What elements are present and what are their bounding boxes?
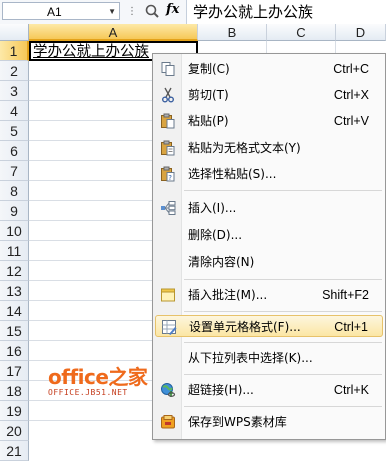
cell-a1-text: 学办公就上办公族 (33, 44, 149, 60)
splitter-icon[interactable]: ⋮ (125, 5, 139, 19)
menu-separator (184, 406, 382, 407)
chevron-down-icon[interactable]: ▼ (108, 3, 116, 21)
hyperlink-icon (161, 383, 176, 397)
menu-item-shortcut: Ctrl+1 (334, 320, 368, 334)
menu-item-shortcut: Ctrl+X (333, 88, 369, 102)
menu-item-paste-plain[interactable]: 粘贴为无格式文本(Y) (155, 137, 383, 159)
menu-item-label: 粘贴(P) (188, 114, 229, 128)
formula-input[interactable]: 学办公就上办公族 (186, 0, 386, 24)
cell-reference: A1 (47, 5, 62, 19)
name-box[interactable]: A1 ▼ (2, 2, 120, 20)
row-header-15[interactable]: 15 (0, 321, 29, 341)
row-header-12[interactable]: 12 (0, 261, 29, 281)
menu-item-label: 选择性粘贴(S)... (188, 167, 277, 181)
row-header-4[interactable]: 4 (0, 101, 29, 121)
column-header-a[interactable]: A (29, 24, 198, 41)
menu-item-pick-from-list[interactable]: 从下拉列表中选择(K)... (155, 347, 383, 369)
row-header-16[interactable]: 16 (0, 341, 29, 361)
row-header-20[interactable]: 20 (0, 421, 29, 441)
menu-separator (184, 279, 382, 280)
paste-special-icon: ? (161, 166, 175, 182)
row-header-9[interactable]: 9 (0, 201, 29, 221)
menu-item-shortcut: Ctrl+V (333, 114, 369, 128)
format-cells-icon (162, 320, 177, 335)
menu-item-hyperlink[interactable]: 超链接(H)... Ctrl+K (155, 379, 383, 401)
menu-item-shortcut: Ctrl+C (333, 62, 369, 76)
insert-function-icon[interactable]: fx (166, 2, 179, 17)
row-header-14[interactable]: 14 (0, 301, 29, 321)
column-header-c[interactable]: C (267, 24, 336, 41)
context-menu: 复制(C) Ctrl+C 剪切(T) Ctrl+X 粘贴(P) Ctrl+V 粘… (152, 53, 386, 440)
row-header-3[interactable]: 3 (0, 81, 29, 101)
menu-item-label: 插入批注(M)... (188, 288, 268, 302)
menu-item-delete[interactable]: 删除(D)... (155, 224, 383, 246)
menu-item-shortcut: Ctrl+K (333, 383, 369, 397)
watermark-domain: OFFICE.JB51.NET (48, 388, 128, 397)
scissors-icon (162, 87, 174, 103)
row-header-7[interactable]: 7 (0, 161, 29, 181)
watermark-brand: office之家 (48, 365, 148, 389)
menu-item-label: 删除(D)... (188, 228, 243, 242)
row-header-13[interactable]: 13 (0, 281, 29, 301)
watermark: office之家 OFFICE.JB51.NET (48, 366, 158, 406)
menu-separator (184, 190, 382, 191)
column-header-b[interactable]: B (198, 24, 267, 41)
comment-icon (161, 288, 175, 302)
menu-item-label: 复制(C) (188, 62, 230, 76)
menu-item-label: 插入(I)... (188, 201, 237, 215)
menu-separator (184, 374, 382, 375)
row-header-10[interactable]: 10 (0, 221, 29, 241)
row-header-11[interactable]: 11 (0, 241, 29, 261)
menu-item-insert[interactable]: 插入(I)... (155, 197, 383, 219)
menu-item-save-to-library[interactable]: 保存到WPS素材库 (155, 411, 383, 433)
row-header-8[interactable]: 8 (0, 181, 29, 201)
formula-bar: A1 ▼ ⋮ fx 学办公就上办公族 (0, 0, 386, 25)
row-header-21[interactable]: 21 (0, 441, 29, 461)
menu-item-paste-special[interactable]: ? 选择性粘贴(S)... (155, 163, 383, 185)
column-header-d[interactable]: D (336, 24, 386, 41)
insert-icon (161, 201, 176, 215)
row-header-19[interactable]: 19 (0, 401, 29, 421)
save-library-icon (161, 415, 175, 429)
menu-item-label: 剪切(T) (188, 88, 229, 102)
paste-plain-icon (161, 140, 175, 156)
zoom-icon[interactable] (144, 3, 160, 19)
paste-icon (161, 113, 175, 129)
menu-item-paste[interactable]: 粘贴(P) Ctrl+V (155, 110, 383, 132)
menu-item-insert-comment[interactable]: 插入批注(M)... Shift+F2 (155, 284, 383, 306)
svg-text:?: ? (168, 174, 172, 182)
row-header-1[interactable]: 1 (0, 41, 29, 61)
menu-item-label: 设置单元格格式(F)... (189, 320, 301, 334)
menu-item-label: 保存到WPS素材库 (188, 415, 287, 429)
row-header-5[interactable]: 5 (0, 121, 29, 141)
menu-item-label: 超链接(H)... (188, 383, 254, 397)
menu-item-label: 从下拉列表中选择(K)... (188, 351, 313, 365)
menu-separator (184, 311, 382, 312)
select-all-corner[interactable] (0, 24, 29, 41)
menu-item-label: 清除内容(N) (188, 255, 255, 269)
row-header-6[interactable]: 6 (0, 141, 29, 161)
menu-item-shortcut: Shift+F2 (322, 288, 369, 302)
row-header-17[interactable]: 17 (0, 361, 29, 381)
menu-separator (184, 342, 382, 343)
menu-item-label: 粘贴为无格式文本(Y) (188, 141, 301, 155)
menu-item-cut[interactable]: 剪切(T) Ctrl+X (155, 84, 383, 106)
row-header-2[interactable]: 2 (0, 61, 29, 81)
menu-item-copy[interactable]: 复制(C) Ctrl+C (155, 58, 383, 80)
copy-icon (161, 62, 175, 76)
menu-item-format-cells[interactable]: 设置单元格格式(F)... Ctrl+1 (155, 315, 383, 337)
row-header-18[interactable]: 18 (0, 381, 29, 401)
menu-item-clear-contents[interactable]: 清除内容(N) (155, 251, 383, 273)
